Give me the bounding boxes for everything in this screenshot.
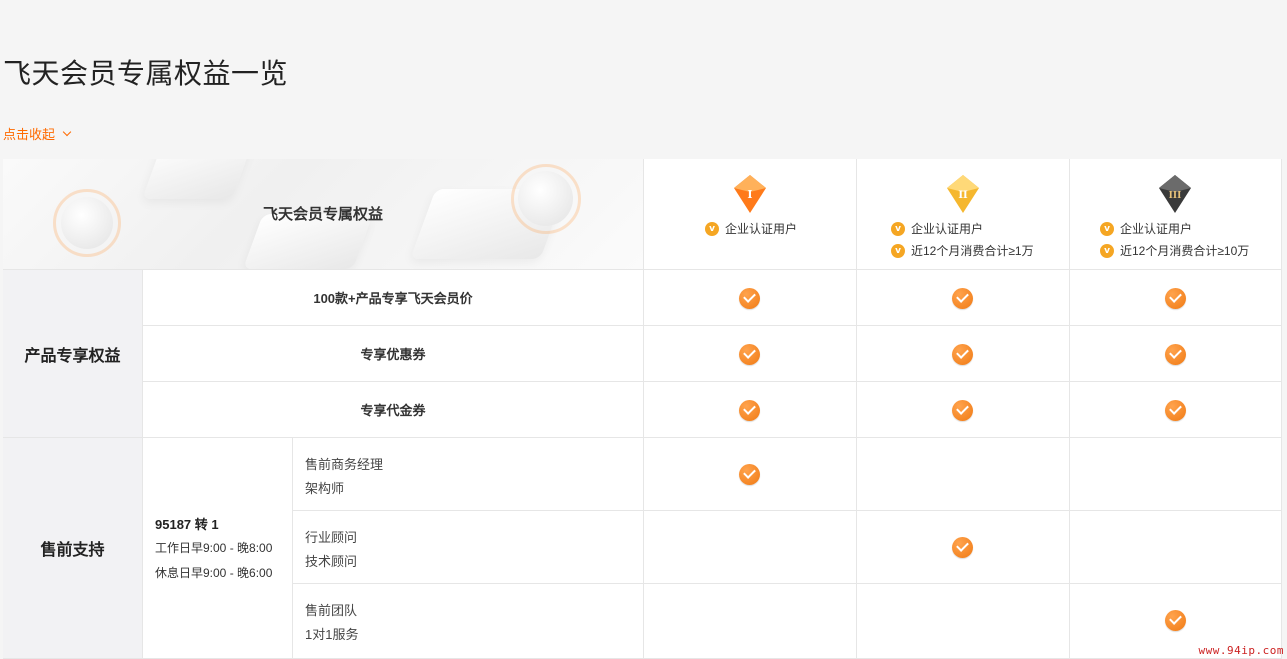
chevron-down-icon [62, 127, 72, 136]
empty-cell [857, 438, 1070, 511]
check-cell [857, 511, 1070, 584]
empty-cell [644, 511, 857, 584]
v-icon: v [891, 221, 905, 236]
empty-cell [1070, 511, 1282, 584]
check-cell [857, 270, 1070, 326]
empty-cell [1070, 438, 1282, 511]
collapse-toggle[interactable]: 点击收起 [3, 124, 72, 143]
group-label-product-benefits: 产品专享权益 [3, 270, 143, 438]
check-icon [739, 400, 760, 421]
tier-3-header: III v 企业认证用户 v 近12个月消费合计≥10万 [1070, 159, 1282, 270]
decor-chip [142, 159, 254, 199]
benefits-table: 飞天会员专属权益 I v 企业认证用户 II v 企业认证用户 v 近12个月消… [3, 159, 1282, 659]
tier-1-badge-icon: I [734, 175, 766, 213]
check-icon [952, 344, 973, 365]
tier-2-line-2: v 近12个月消费合计≥1万 [891, 242, 1034, 259]
tier-2-badge-icon: II [947, 175, 979, 213]
check-cell [644, 382, 857, 438]
check-cell [1070, 382, 1282, 438]
tier-3-line-2: v 近12个月消费合计≥10万 [1100, 242, 1249, 259]
svg-text:I: I [747, 188, 752, 201]
row-label-coupon: 专享优惠券 [143, 326, 644, 382]
presales-phone: 95187 转 1 [155, 517, 219, 532]
check-icon [952, 400, 973, 421]
tier-2-line-1: v 企业认证用户 [891, 220, 983, 237]
presales-contact: 95187 转 1 工作日早9:00 - 晚8:00 休息日早9:00 - 晚6… [143, 438, 293, 659]
banner-title: 飞天会员专属权益 [262, 206, 383, 223]
row-label-industry-consultant: 行业顾问 技术顾问 [293, 511, 644, 584]
v-icon: v [705, 221, 719, 236]
check-cell [644, 326, 857, 382]
collapse-label: 点击收起 [3, 127, 56, 142]
svg-text:II: II [958, 190, 968, 201]
row-label-member-price: 100款+产品专享飞天会员价 [143, 270, 644, 326]
presales-restday-hours: 休息日早9:00 - 晚6:00 [155, 566, 273, 580]
empty-cell [857, 584, 1070, 659]
check-cell [1070, 326, 1282, 382]
tier-3-line-1: v 企业认证用户 [1100, 220, 1192, 237]
check-icon [1165, 288, 1186, 309]
svg-text:III: III [1169, 191, 1182, 201]
check-cell [644, 270, 857, 326]
check-icon [952, 537, 973, 558]
check-icon [1165, 400, 1186, 421]
table-header-banner: 飞天会员专属权益 [3, 159, 644, 270]
row-label-voucher: 专享代金券 [143, 382, 644, 438]
row-label-presales-team: 售前团队 1对1服务 [293, 584, 644, 659]
check-cell [644, 438, 857, 511]
check-icon [1165, 610, 1186, 631]
tier-1-line-1: v 企业认证用户 [705, 220, 797, 237]
page-title: 飞天会员专属权益一览 [3, 58, 289, 89]
tier-1-header: I v 企业认证用户 [644, 159, 857, 270]
empty-cell [644, 584, 857, 659]
check-cell [1070, 270, 1282, 326]
group-label-presales: 售前支持 [3, 438, 143, 659]
check-cell [857, 326, 1070, 382]
tier-3-badge-icon: III [1159, 175, 1191, 213]
tier-2-header: II v 企业认证用户 v 近12个月消费合计≥1万 [857, 159, 1070, 270]
v-icon: v [1100, 221, 1114, 236]
v-icon: v [1100, 243, 1114, 258]
check-icon [739, 464, 760, 485]
check-cell [857, 382, 1070, 438]
check-icon [739, 344, 760, 365]
v-icon: v [891, 243, 905, 258]
row-label-presales-manager: 售前商务经理 架构师 [293, 438, 644, 511]
check-icon [739, 288, 760, 309]
check-icon [952, 288, 973, 309]
presales-workday-hours: 工作日早9:00 - 晚8:00 [155, 541, 273, 555]
watermark: www.94ip.com [1198, 644, 1284, 657]
check-icon [1165, 344, 1186, 365]
